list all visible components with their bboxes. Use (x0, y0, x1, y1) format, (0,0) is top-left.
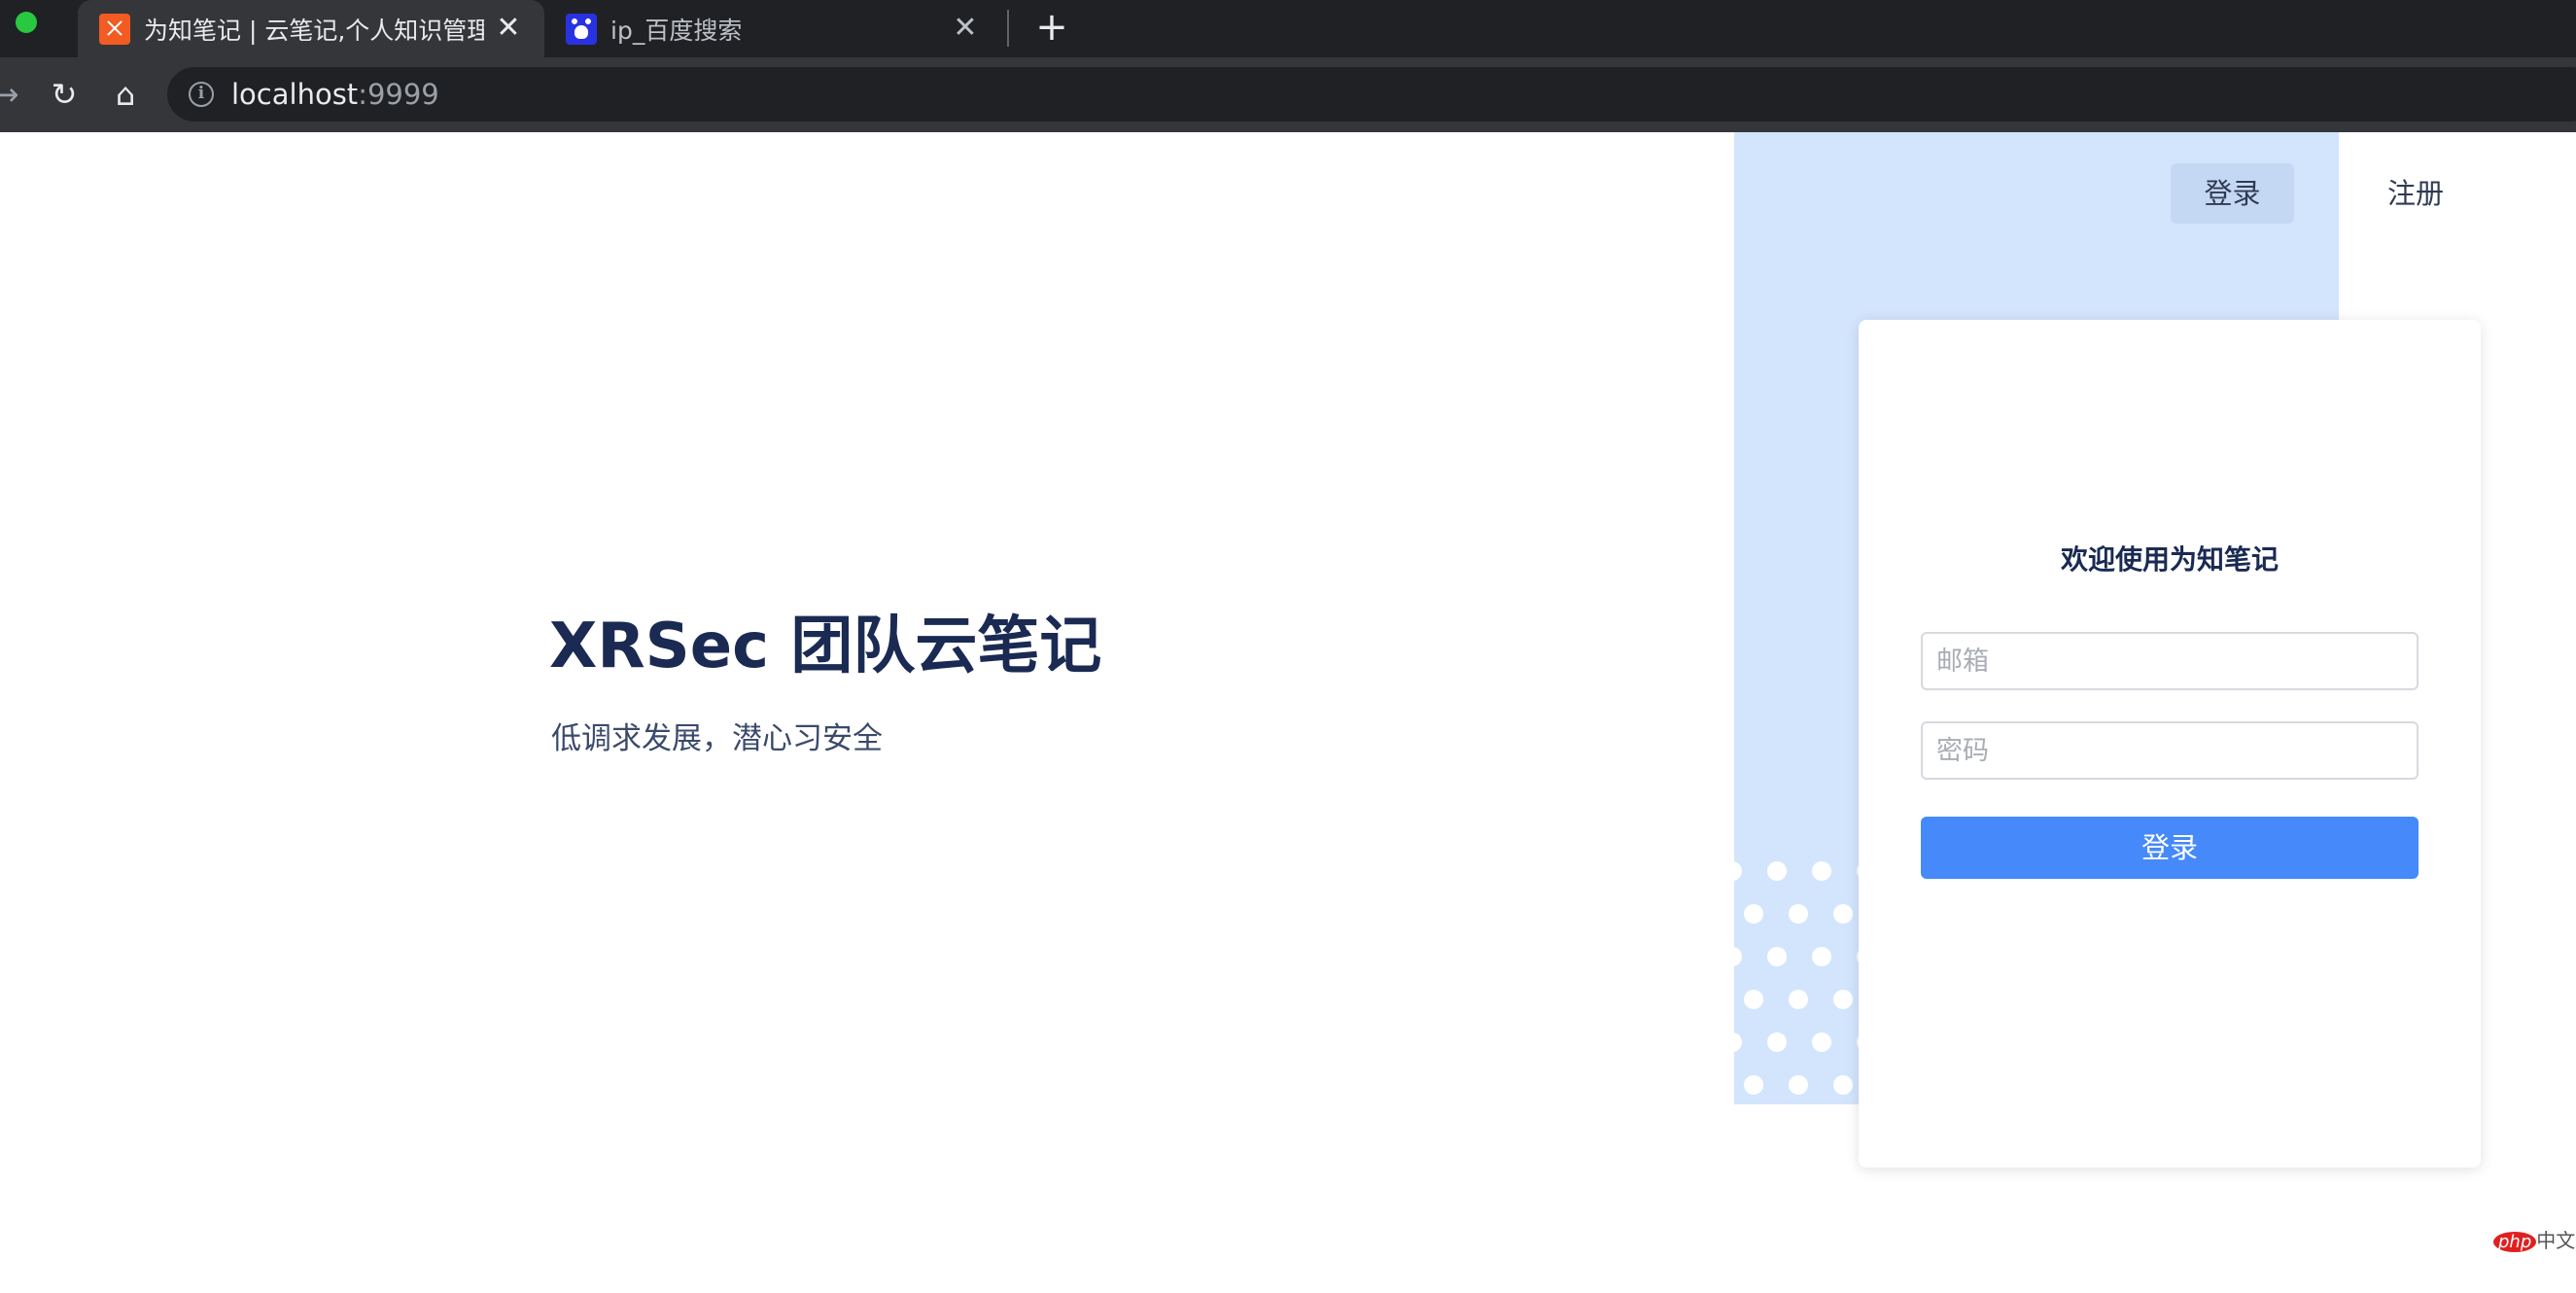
browser-toolbar: → ↻ ⌂ i localhost:9999 (0, 57, 2576, 132)
new-tab-button[interactable]: + (1032, 6, 1071, 49)
baidu-paw-icon (566, 13, 597, 45)
decorative-dot (1767, 947, 1787, 966)
decorative-dot-pattern (1734, 856, 1861, 1104)
decorative-dot (1734, 947, 1742, 966)
window-maximize-button[interactable] (16, 12, 37, 33)
forward-arrow-icon[interactable]: → (0, 75, 25, 114)
decorative-dot (1789, 1075, 1808, 1095)
login-card: 欢迎使用为知笔记 登录 (1859, 320, 2481, 1168)
decorative-dot (1789, 990, 1808, 1009)
decorative-dot (1812, 861, 1831, 881)
reload-icon[interactable]: ↻ (45, 75, 84, 114)
hero-title: XRSec 团队云笔记 (549, 611, 1102, 682)
watermark-text: 中文网 (2536, 1229, 2576, 1252)
password-field[interactable] (1921, 721, 2419, 780)
home-icon[interactable]: ⌂ (106, 75, 145, 114)
email-field[interactable] (1921, 632, 2419, 690)
wiz-x-icon (99, 13, 130, 45)
login-submit-button[interactable]: 登录 (1921, 817, 2419, 879)
decorative-dot (1767, 861, 1787, 881)
decorative-dot (1833, 1075, 1853, 1095)
site-info-icon[interactable]: i (189, 82, 214, 107)
php-logo: php (2493, 1232, 2537, 1252)
decorative-dot (1789, 904, 1808, 924)
nav-register-link[interactable]: 注册 (2362, 163, 2469, 224)
php-cn-watermark: php中文网 (2493, 1225, 2576, 1253)
url-text[interactable]: localhost:9999 (231, 78, 439, 111)
decorative-dot (1744, 904, 1763, 924)
decorative-dot (1744, 990, 1763, 1009)
tab-title: ip_百度搜索 (610, 16, 743, 45)
decorative-dot (1767, 1032, 1787, 1052)
address-bar[interactable]: i localhost:9999 (167, 67, 2576, 122)
nav-login-button[interactable]: 登录 (2171, 163, 2294, 224)
close-icon[interactable]: ✕ (492, 12, 525, 45)
browser-tab-strip: 为知笔记 | 云笔记,个人知识管理,团队协作 ✕ ip_百度搜索 ✕ + (0, 0, 2576, 57)
tab-title: 为知笔记 | 云笔记,个人知识管理,团队协作 (144, 16, 484, 45)
decorative-dot (1734, 1032, 1742, 1052)
close-icon[interactable]: ✕ (949, 12, 982, 45)
url-host: localhost (231, 78, 359, 111)
decorative-dot (1833, 904, 1853, 924)
decorative-dot (1812, 947, 1831, 966)
page-content: 登录 注册 XRSec 团队云笔记 低调求发展，潜心习安全 欢迎使用为知笔记 登… (0, 132, 2576, 1293)
hero-subtitle: 低调求发展，潜心习安全 (551, 721, 883, 756)
login-card-title: 欢迎使用为知笔记 (2060, 543, 2279, 576)
url-port: :9999 (358, 78, 439, 111)
tab-baidu-search[interactable]: ip_百度搜索 ✕ (544, 0, 1001, 57)
decorative-dot (1734, 861, 1742, 881)
tab-wiznote[interactable]: 为知笔记 | 云笔记,个人知识管理,团队协作 ✕ (78, 0, 544, 57)
decorative-dot (1833, 990, 1853, 1009)
decorative-dot (1812, 1032, 1831, 1052)
decorative-dot (1744, 1075, 1763, 1095)
tab-divider (1007, 10, 1009, 47)
